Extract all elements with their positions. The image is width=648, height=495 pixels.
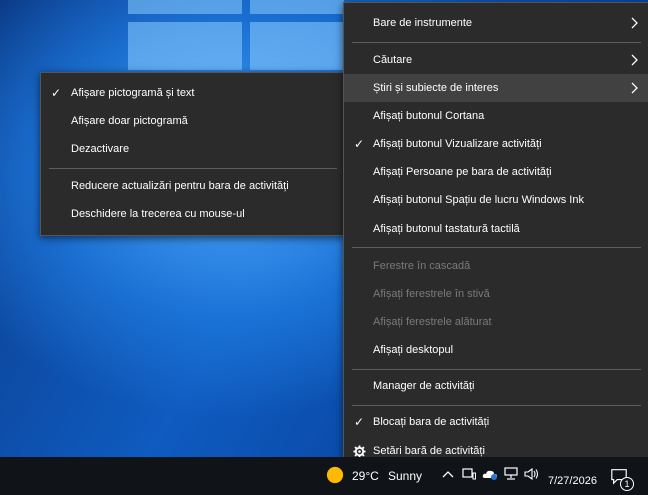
windows-logo-pane <box>250 22 344 70</box>
menu-item-label: Afișare pictogramă și text <box>71 87 195 99</box>
menu-item-label: Afișați ferestrele alăturat <box>373 316 492 328</box>
sun-weather-icon <box>326 466 344 484</box>
menu-item-label: Afișați Persoane pe bara de activități <box>373 166 552 178</box>
menu-item-label: Afișați butonul Cortana <box>373 110 485 122</box>
menu-item-label: Ferestre în cascadă <box>373 260 471 272</box>
news-and-interests-widget[interactable]: 29°C Sunny <box>322 457 432 495</box>
taskbar-context-menu: Bare de instrumente Căutare Știri și sub… <box>343 2 648 472</box>
menu-item-label: Căutare <box>373 54 413 66</box>
chevron-right-icon <box>631 82 638 94</box>
search-item[interactable]: Căutare <box>344 46 648 74</box>
gear-icon <box>353 444 366 458</box>
windows-logo-pane <box>128 0 242 14</box>
menu-separator <box>352 405 641 406</box>
chevron-right-icon <box>631 17 638 29</box>
open-on-hover-item[interactable]: Deschidere la trecerea cu mouse-ul <box>41 200 345 228</box>
menu-item-label: Afișare doar pictogramă <box>71 115 188 127</box>
checkmark-icon: ✓ <box>51 86 62 100</box>
device-icon[interactable] <box>462 467 476 481</box>
show-icon-only-item[interactable]: Afișare doar pictogramă <box>41 107 345 135</box>
menu-item-label: Afișați desktopul <box>373 344 454 356</box>
lock-taskbar-item[interactable]: ✓ Blocați bara de activități <box>344 408 648 436</box>
notification-center-button[interactable]: 1 <box>608 465 634 491</box>
menu-separator <box>352 42 641 43</box>
show-task-view-button-item[interactable]: ✓ Afișați butonul Vizualizare activități <box>344 130 648 158</box>
menu-item-label: Blocați bara de activități <box>373 416 490 428</box>
toolbars-item[interactable]: Bare de instrumente <box>344 9 648 37</box>
menu-item-label: Afișați butonul Spațiu de lucru Windows … <box>373 194 584 206</box>
menu-item-label: Deschidere la trecerea cu mouse-ul <box>71 208 245 220</box>
menu-item-label: Afișați ferestrele în stivă <box>373 288 490 300</box>
weather-temperature: 29°C <box>352 469 379 483</box>
chevron-right-icon <box>631 54 638 66</box>
task-manager-item[interactable]: Manager de activități <box>344 372 648 400</box>
menu-separator <box>49 168 337 169</box>
menu-item-label: Afișați butonul tastatură tactilă <box>373 223 520 235</box>
news-submenu: ✓ Afișare pictogramă și text Afișare doa… <box>40 72 346 236</box>
windows-logo-pane <box>128 22 242 70</box>
windows-logo-pane <box>250 0 344 14</box>
checkmark-icon: ✓ <box>354 415 365 429</box>
weather-condition: Sunny <box>388 469 423 483</box>
onedrive-icon[interactable] <box>482 468 498 480</box>
checkmark-icon: ✓ <box>354 137 365 151</box>
notification-badge: 1 <box>620 477 634 491</box>
menu-item-label: Știri și subiecte de interes <box>373 82 499 94</box>
reduce-updates-item[interactable]: Reducere actualizări pentru bara de acti… <box>41 172 345 200</box>
cascade-windows-item[interactable]: Ferestre în cascadă <box>344 252 648 280</box>
menu-separator <box>352 369 641 370</box>
network-icon[interactable] <box>504 467 518 481</box>
volume-icon[interactable] <box>524 467 540 481</box>
menu-item-label: Reducere actualizări pentru bara de acti… <box>71 180 289 192</box>
menu-item-label: Setări bară de activități <box>373 445 485 457</box>
notification-count: 1 <box>624 479 630 489</box>
menu-item-label: Bare de instrumente <box>373 17 473 29</box>
side-by-side-windows-item[interactable]: Afișați ferestrele alăturat <box>344 308 648 336</box>
turn-off-item[interactable]: Dezactivare <box>41 135 345 163</box>
clock-date[interactable]: 7/27/2026 <box>548 475 597 487</box>
show-icon-and-text-item[interactable]: ✓ Afișare pictogramă și text <box>41 79 345 107</box>
stacked-windows-item[interactable]: Afișați ferestrele în stivă <box>344 280 648 308</box>
show-touch-keyboard-item[interactable]: Afișați butonul tastatură tactilă <box>344 215 648 243</box>
menu-item-label: Manager de activități <box>373 380 475 392</box>
chevron-up-icon[interactable] <box>442 469 454 481</box>
menu-separator <box>352 247 641 248</box>
menu-item-label: Dezactivare <box>71 143 130 155</box>
news-and-interests-item[interactable]: Știri și subiecte de interes <box>344 74 648 102</box>
show-ink-workspace-item[interactable]: Afișați butonul Spațiu de lucru Windows … <box>344 186 648 214</box>
show-desktop-item[interactable]: Afișați desktopul <box>344 336 648 364</box>
show-people-item[interactable]: Afișați Persoane pe bara de activități <box>344 158 648 186</box>
menu-item-label: Afișați butonul Vizualizare activități <box>373 138 542 150</box>
taskbar: 29°C Sunny 7/27/2026 1 <box>0 457 648 495</box>
show-cortana-button-item[interactable]: Afișați butonul Cortana <box>344 102 648 130</box>
